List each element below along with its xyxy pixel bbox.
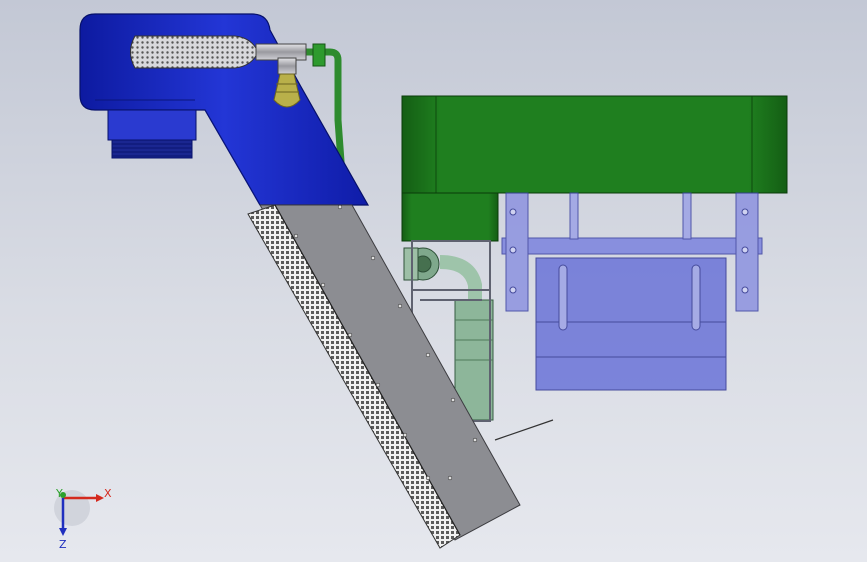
- filter-basket: [501, 192, 763, 391]
- z-axis-label: Z: [59, 538, 67, 551]
- cad-viewport[interactable]: X Y Z: [0, 0, 867, 562]
- green-tank: [401, 95, 788, 242]
- x-axis-label: X: [104, 487, 112, 500]
- axis-triad: X Y Z: [54, 487, 112, 551]
- y-axis-label: Y: [55, 487, 63, 500]
- cad-model-view: X Y Z: [54, 13, 788, 551]
